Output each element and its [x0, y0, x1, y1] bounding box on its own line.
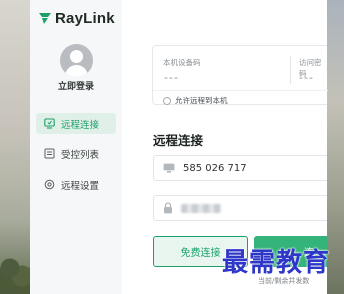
avatar[interactable]	[60, 44, 93, 77]
section-title: 远程连接	[153, 133, 204, 148]
card-footer-divider	[153, 90, 328, 91]
device-code-value: ---	[164, 71, 179, 84]
access-password-value: ---	[299, 71, 314, 84]
watermark-text: 最需教育	[222, 248, 331, 278]
remote-connect-icon	[44, 118, 55, 129]
device-card: 本机设备码 --- 访问密码 --- 允许远程到本机	[152, 45, 328, 106]
allow-remote-option[interactable]: 允许远程到本机	[163, 95, 228, 106]
allow-remote-label: 允许远程到本机	[175, 96, 228, 105]
brand-logo: RayLink	[38, 9, 115, 27]
sidebar-item-remote-settings[interactable]: 远程设置	[36, 174, 116, 195]
raylink-logo-icon	[39, 13, 51, 24]
allow-remote-radio[interactable]	[163, 96, 171, 105]
device-code-label: 本机设备码	[163, 58, 201, 67]
device-id-value: 585 026 717	[183, 162, 247, 174]
login-link[interactable]: 立即登录	[30, 79, 122, 92]
sidebar-item-remote-connect[interactable]: 远程连接	[36, 113, 116, 134]
brand-name: RayLink	[55, 9, 115, 27]
card-divider	[290, 56, 291, 84]
sidebar-item-label: 远程连接	[61, 119, 100, 131]
password-input[interactable]	[153, 195, 327, 221]
avatar-head	[70, 50, 83, 63]
device-id-input[interactable]: 585 026 717	[153, 155, 327, 181]
sidebar-item-label: 远程设置	[61, 180, 100, 192]
sidebar-item-label: 受控列表	[61, 149, 100, 161]
settings-icon	[44, 179, 55, 190]
list-icon	[44, 148, 55, 159]
desktop-background-left	[0, 0, 30, 294]
avatar-body	[65, 65, 88, 77]
lock-icon	[164, 202, 172, 214]
background-trees	[0, 248, 30, 294]
monitor-icon	[163, 163, 175, 173]
sidebar: RayLink 立即登录 远程连接 受控列表 远程设置	[30, 0, 122, 294]
sidebar-item-controlled-list[interactable]: 受控列表	[36, 143, 116, 164]
masked-password	[181, 203, 221, 213]
